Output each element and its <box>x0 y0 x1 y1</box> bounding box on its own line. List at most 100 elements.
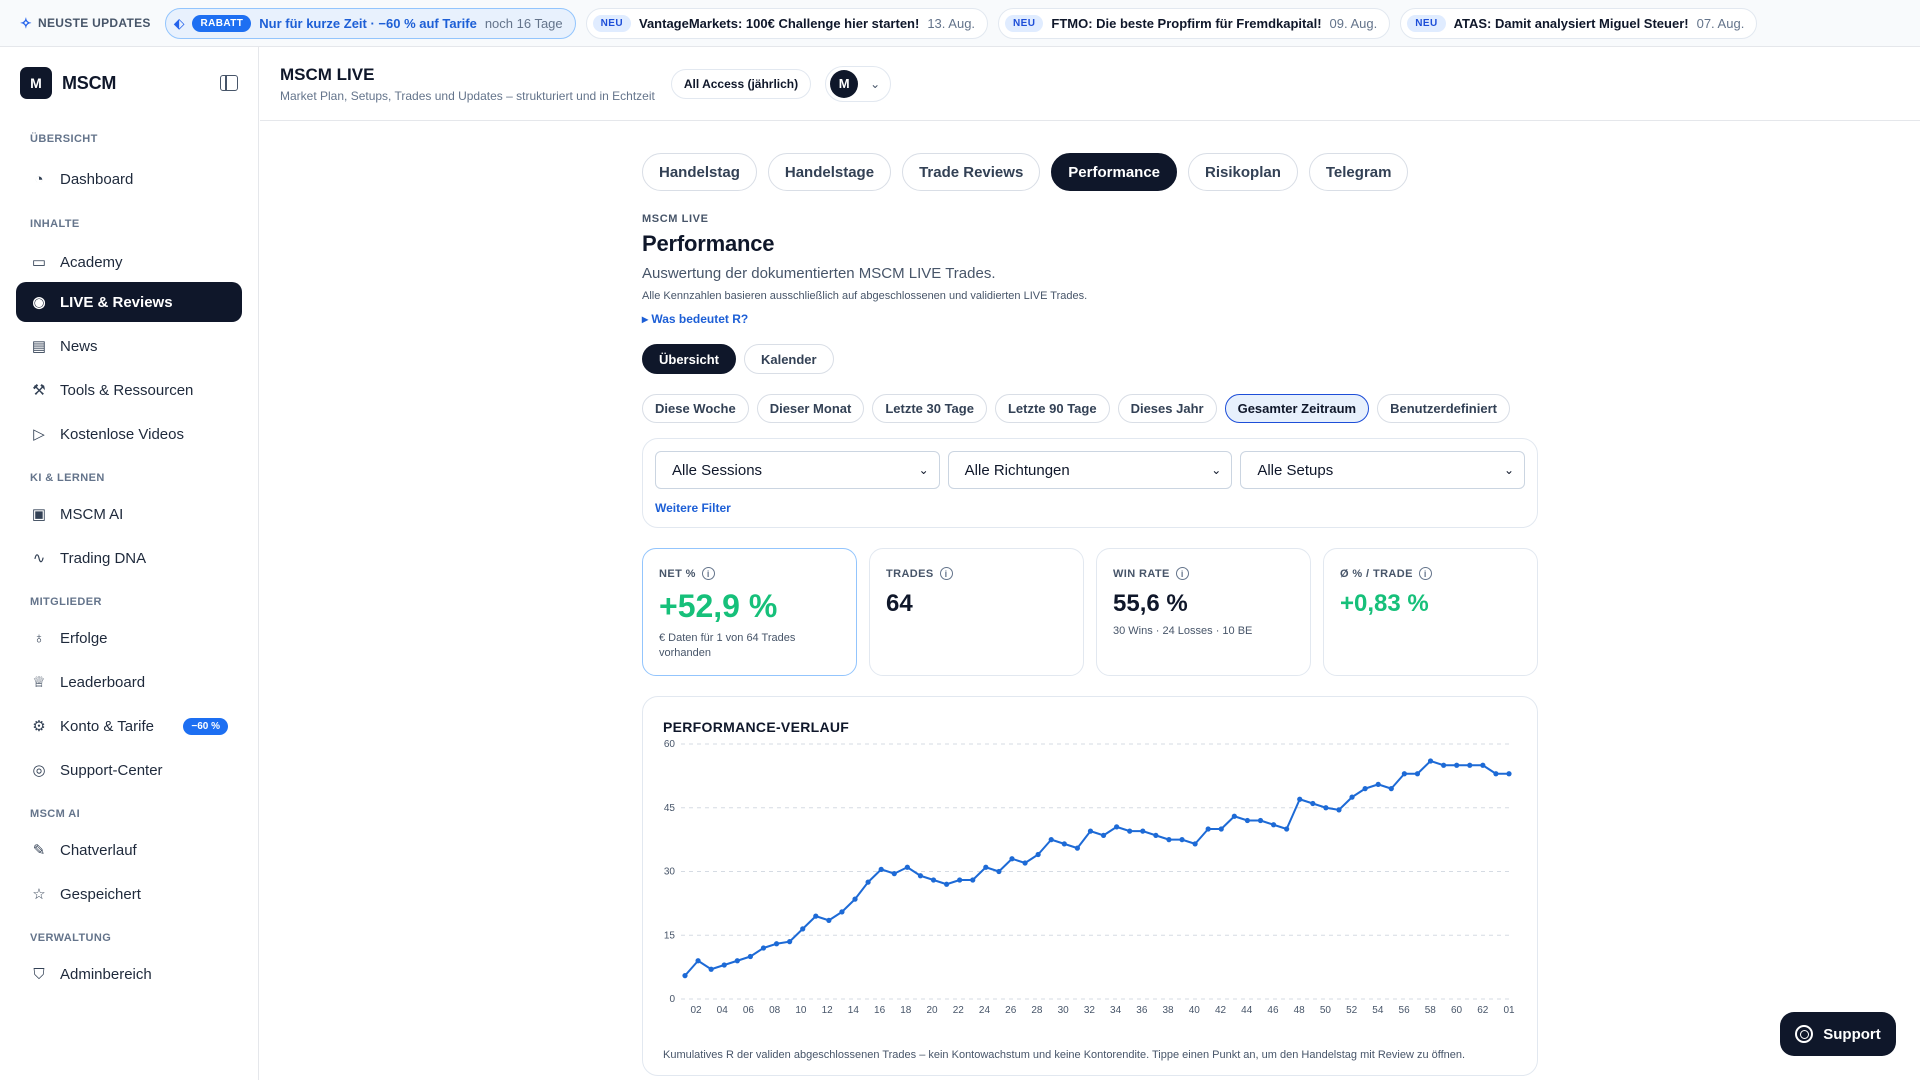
data-point[interactable] <box>1323 805 1329 811</box>
tab-handelstage[interactable]: Handelstage <box>767 153 892 191</box>
sidebar-item-chatverlauf[interactable]: ✎ Chatverlauf <box>16 830 242 870</box>
user-menu-button[interactable]: M ⌄ <box>825 65 892 102</box>
data-point[interactable] <box>1244 817 1251 824</box>
r-explainer-toggle[interactable]: ▸ Was bedeutet R? <box>642 312 1538 326</box>
data-point[interactable] <box>1009 856 1015 862</box>
data-point[interactable] <box>839 909 845 915</box>
brand-name[interactable]: MSCM <box>62 73 116 94</box>
direction-select[interactable]: Alle Richtungen ⌄ <box>947 451 1233 489</box>
data-point[interactable] <box>1061 841 1067 847</box>
data-point[interactable] <box>1205 826 1211 832</box>
data-point[interactable] <box>917 873 924 879</box>
data-point[interactable] <box>1153 832 1159 838</box>
data-point[interactable] <box>734 958 740 964</box>
data-point[interactable] <box>826 917 832 923</box>
data-point[interactable] <box>695 958 701 964</box>
data-point[interactable] <box>1427 758 1434 764</box>
data-point[interactable] <box>1480 762 1486 768</box>
range-button[interactable]: Letzte 90 Tage <box>994 394 1110 423</box>
promo-pill[interactable]: ⬖ RABATT Nur für kurze Zeit · −60 % auf … <box>164 7 576 39</box>
tab-risikoplan[interactable]: Risikoplan <box>1188 153 1298 191</box>
range-button-active[interactable]: Gesamter Zeitraum <box>1224 394 1370 423</box>
sidebar-item-support[interactable]: ◎ Support-Center <box>16 750 242 790</box>
data-point[interactable] <box>1022 860 1028 866</box>
view-overview-button[interactable]: Übersicht <box>642 344 736 374</box>
data-point[interactable] <box>904 864 910 870</box>
data-point[interactable] <box>1467 762 1473 768</box>
data-point[interactable] <box>1310 800 1316 807</box>
sidebar-item-konto[interactable]: ⚙ Konto & Tarife −60 % <box>16 706 242 746</box>
data-point[interactable] <box>930 877 937 883</box>
tab-performance[interactable]: Performance <box>1051 153 1178 191</box>
data-point[interactable] <box>1401 771 1407 777</box>
sidebar-item-tools[interactable]: ⚒ Tools & Ressourcen <box>16 370 242 410</box>
data-point[interactable] <box>970 877 976 883</box>
data-point[interactable] <box>1087 828 1094 834</box>
range-button[interactable]: Dieser Monat <box>756 394 865 423</box>
tab-telegram[interactable]: Telegram <box>1308 153 1409 191</box>
sidebar-item-news[interactable]: ▤ News <box>16 326 242 366</box>
tab-handelstag[interactable]: Handelstag <box>642 153 757 191</box>
info-icon[interactable]: i <box>1175 567 1189 580</box>
sidebar-item-mscm-ai[interactable]: ▣ MSCM AI <box>16 494 242 534</box>
data-point[interactable] <box>943 881 950 887</box>
brand-logo[interactable]: M <box>20 67 52 99</box>
data-point[interactable] <box>1284 826 1290 832</box>
sidebar-item-academy[interactable]: ▭ Academy <box>16 242 242 282</box>
data-point[interactable] <box>1388 786 1394 792</box>
view-calendar-button[interactable]: Kalender <box>743 344 834 374</box>
data-point[interactable] <box>1192 841 1198 847</box>
data-point[interactable] <box>1454 762 1460 768</box>
sidebar-item-live[interactable]: ◉ LIVE & Reviews <box>16 282 242 322</box>
data-point[interactable] <box>1506 771 1512 777</box>
sidebar-item-videos[interactable]: ▷ Kostenlose Videos <box>16 414 242 454</box>
sidebar-item-trading-dna[interactable]: ∿ Trading DNA <box>16 538 242 578</box>
news-pill[interactable]: NEU FTMO: Die beste Propfirm für Fremdka… <box>998 7 1391 39</box>
sidebar-collapse-icon[interactable] <box>220 75 238 91</box>
sidebar-item-dashboard[interactable]: ◔ Dashboard <box>16 159 242 199</box>
data-point[interactable] <box>1179 837 1185 843</box>
data-point[interactable] <box>1127 828 1133 834</box>
data-point[interactable] <box>1493 771 1499 777</box>
data-point[interactable] <box>721 962 727 968</box>
session-select[interactable]: Alle Sessions ⌄ <box>655 451 940 489</box>
more-filters-link[interactable]: Weitere Filter <box>655 501 1525 515</box>
data-point[interactable] <box>708 966 714 972</box>
data-point[interactable] <box>747 953 753 960</box>
data-point[interactable] <box>1100 832 1107 838</box>
data-point[interactable] <box>1297 796 1303 802</box>
data-point[interactable] <box>1114 824 1120 830</box>
data-point[interactable] <box>773 941 780 947</box>
range-button[interactable]: Dieses Jahr <box>1117 394 1217 423</box>
sidebar-item-admin[interactable]: ⛉ Adminbereich <box>16 954 242 994</box>
data-point[interactable] <box>852 896 858 902</box>
data-point[interactable] <box>813 913 819 919</box>
news-pill[interactable]: NEU ATAS: Damit analysiert Miguel Steuer… <box>1400 7 1758 39</box>
data-point[interactable] <box>682 973 688 979</box>
data-point[interactable] <box>1349 794 1355 800</box>
data-point[interactable] <box>1441 762 1447 768</box>
data-point[interactable] <box>957 877 963 883</box>
plan-badge[interactable]: All Access (jährlich) <box>670 68 812 99</box>
data-point[interactable] <box>1362 786 1368 792</box>
data-point[interactable] <box>891 871 897 877</box>
data-point[interactable] <box>1414 771 1421 777</box>
data-point[interactable] <box>1048 837 1054 843</box>
data-point[interactable] <box>1257 817 1264 824</box>
data-point[interactable] <box>983 864 989 870</box>
tab-trade-reviews[interactable]: Trade Reviews <box>902 153 1041 191</box>
data-point[interactable] <box>1375 781 1381 787</box>
setup-select[interactable]: Alle Setups ⌄ <box>1240 451 1526 489</box>
data-point[interactable] <box>865 879 871 885</box>
info-icon[interactable]: i <box>701 567 715 580</box>
info-icon[interactable]: i <box>939 567 953 580</box>
data-point[interactable] <box>1218 826 1224 832</box>
data-point[interactable] <box>760 945 767 951</box>
range-button[interactable]: Benutzerdefiniert <box>1377 394 1510 423</box>
sidebar-item-erfolge[interactable]: ♁ Erfolge <box>16 618 242 658</box>
data-point[interactable] <box>1035 851 1041 858</box>
data-point[interactable] <box>996 868 1002 875</box>
data-point[interactable] <box>1336 807 1342 813</box>
data-point[interactable] <box>800 926 806 932</box>
data-point[interactable] <box>1231 813 1237 819</box>
